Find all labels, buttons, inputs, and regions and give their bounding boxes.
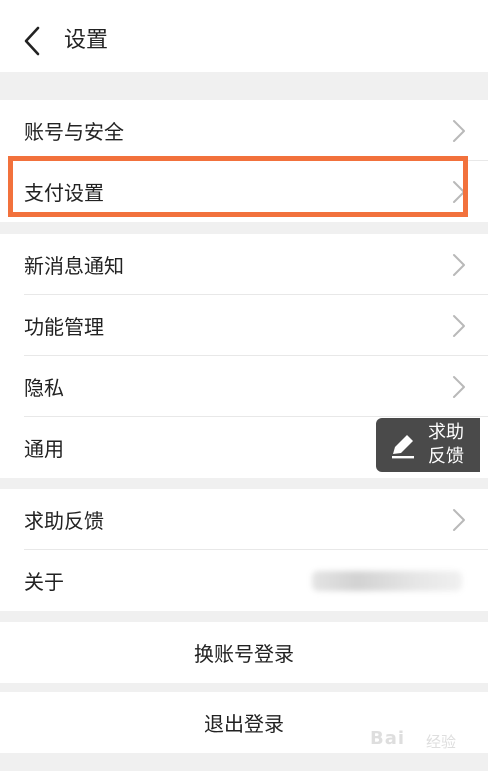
highlight-annotation-box bbox=[8, 156, 468, 217]
settings-item-label: 新消息通知 bbox=[24, 254, 124, 278]
feedback-label-line1: 求助 bbox=[428, 422, 464, 443]
settings-item-notifications[interactable]: 新消息通知 bbox=[0, 234, 488, 295]
settings-group-support: 求助反馈 关于 bbox=[0, 489, 488, 611]
settings-item-label: 求助反馈 bbox=[24, 509, 104, 533]
settings-item-help-feedback[interactable]: 求助反馈 bbox=[0, 489, 488, 550]
chevron-right-icon bbox=[453, 314, 465, 337]
baidu-watermark: Bai 经验 bbox=[370, 722, 480, 762]
settings-item-about[interactable]: 关于 bbox=[0, 550, 488, 611]
switch-account-button[interactable]: 换账号登录 bbox=[0, 622, 488, 683]
chevron-right-icon bbox=[453, 119, 465, 142]
settings-item-privacy[interactable]: 隐私 bbox=[0, 356, 488, 417]
chevron-right-icon bbox=[453, 508, 465, 531]
page-title: 设置 bbox=[64, 28, 109, 53]
settings-item-label: 隐私 bbox=[24, 376, 64, 400]
logout-label: 退出登录 bbox=[204, 712, 284, 736]
settings-item-label: 账号与安全 bbox=[24, 120, 124, 144]
chevron-right-icon bbox=[453, 253, 465, 276]
watermark-brand: Bai bbox=[370, 728, 406, 749]
switch-account-label: 换账号登录 bbox=[194, 642, 294, 666]
chevron-right-icon bbox=[453, 375, 465, 398]
floating-feedback-button[interactable]: 求助 反馈 bbox=[376, 418, 480, 472]
settings-item-label: 功能管理 bbox=[24, 315, 104, 339]
feedback-label-line2: 反馈 bbox=[428, 446, 464, 467]
version-value-blurred bbox=[312, 570, 462, 591]
settings-item-account-security[interactable]: 账号与安全 bbox=[0, 100, 488, 161]
watermark-site: 经验 bbox=[426, 733, 457, 751]
title-bar: 设置 bbox=[0, 0, 488, 72]
pencil-edit-icon bbox=[392, 435, 414, 459]
back-icon[interactable] bbox=[18, 26, 46, 56]
settings-item-features[interactable]: 功能管理 bbox=[0, 295, 488, 356]
